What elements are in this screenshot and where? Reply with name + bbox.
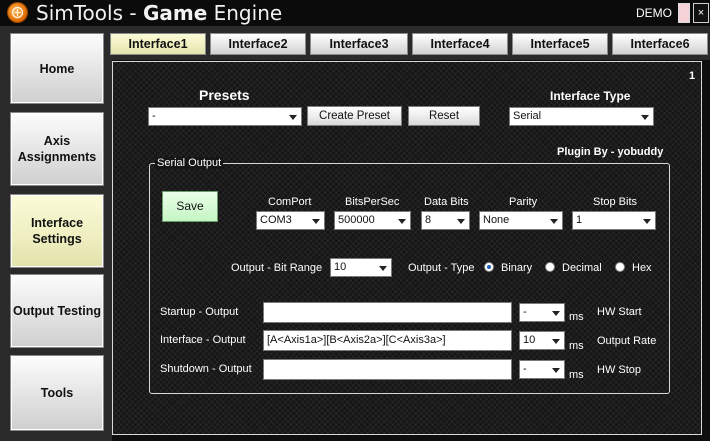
bit-range-dropdown[interactable]: 10 [330, 258, 392, 277]
stopbits-dropdown[interactable]: 1 [572, 211, 656, 230]
minimize-button[interactable] [678, 3, 690, 23]
databits-label: Data Bits [424, 196, 469, 208]
chevron-down-icon [552, 311, 560, 316]
chevron-down-icon [550, 219, 558, 224]
sidebar-item-tools[interactable]: Tools [10, 355, 104, 431]
close-icon: × [697, 7, 705, 19]
interface-ms-dropdown[interactable]: 10 [519, 331, 565, 350]
databits-dropdown[interactable]: 8 [421, 211, 470, 230]
chevron-down-icon [552, 339, 560, 344]
decimal-radio-label: Decimal [562, 262, 602, 274]
chevron-down-icon [379, 266, 387, 271]
sidebar-item-home[interactable]: Home [10, 33, 104, 104]
bit-range-value: 10 [334, 261, 347, 273]
chevron-down-icon [289, 115, 297, 120]
stopbits-value: 1 [576, 214, 583, 226]
interface-ms-unit: ms [569, 340, 584, 352]
hw-start-label: HW Start [597, 306, 642, 318]
interface-ms-value: 10 [523, 334, 536, 346]
save-button[interactable]: Save [162, 191, 218, 222]
tab-interface3[interactable]: Interface3 [310, 33, 408, 55]
comport-dropdown[interactable]: COM3 [256, 211, 325, 230]
chevron-down-icon [643, 219, 651, 224]
stopbits-label: Stop Bits [593, 196, 638, 208]
presets-value: - [152, 110, 156, 122]
interface-type-value: Serial [513, 110, 542, 122]
shutdown-ms-value: - [523, 363, 527, 375]
decimal-radio[interactable] [545, 262, 555, 272]
chevron-down-icon [457, 219, 465, 224]
tab-interface6[interactable]: Interface6 [612, 33, 708, 55]
chevron-down-icon [552, 368, 560, 373]
plugin-author: Plugin By - yobuddy [557, 146, 664, 158]
tab-interface2[interactable]: Interface2 [210, 33, 306, 55]
shutdown-ms-unit: ms [569, 369, 584, 381]
sidebar-item-axis-assignments[interactable]: Axis Assignments [10, 112, 104, 186]
shutdown-ms-dropdown[interactable]: - [519, 360, 565, 379]
presets-title: Presets [199, 87, 250, 103]
interface-type-dropdown[interactable]: Serial [509, 107, 654, 126]
output-rate-label: Output Rate [597, 335, 657, 347]
parity-dropdown[interactable]: None [479, 211, 563, 230]
close-button[interactable]: × [693, 3, 709, 23]
chevron-down-icon [641, 115, 649, 120]
startup-ms-value: - [523, 306, 527, 318]
binary-radio[interactable] [484, 262, 494, 272]
create-preset-button[interactable]: Create Preset [307, 106, 402, 126]
output-type-label: Output - Type [408, 262, 475, 274]
bitspersec-value: 500000 [338, 214, 375, 226]
hex-radio[interactable] [615, 262, 625, 272]
startup-ms-unit: ms [569, 311, 584, 323]
parity-label: Parity [509, 196, 538, 208]
databits-value: 8 [425, 214, 432, 226]
tab-interface4[interactable]: Interface4 [412, 33, 508, 55]
comport-label: ComPort [268, 196, 312, 208]
startup-ms-dropdown[interactable]: - [519, 303, 565, 322]
shutdown-output-field[interactable] [263, 359, 512, 380]
binary-radio-label: Binary [501, 262, 533, 274]
interface-number: 1 [689, 70, 696, 82]
bitspersec-dropdown[interactable]: 500000 [334, 211, 411, 230]
presets-dropdown[interactable]: - [148, 107, 302, 126]
sidebar-item-interface-settings[interactable]: Interface Settings [10, 194, 104, 268]
bit-range-label: Output - Bit Range [231, 262, 323, 274]
chevron-down-icon [398, 219, 406, 224]
shutdown-output-label: Shutdown - Output [160, 363, 252, 375]
comport-value: COM3 [260, 214, 292, 226]
startup-output-label: Startup - Output [160, 306, 239, 318]
sidebar-item-output-testing[interactable]: Output Testing [10, 274, 104, 348]
tab-interface5[interactable]: Interface5 [512, 33, 608, 55]
startup-output-field[interactable] [263, 302, 512, 323]
interface-output-label: Interface - Output [160, 334, 246, 346]
interface-output-field[interactable]: [A<Axis1a>][B<Axis2a>][C<Axis3a>] [263, 330, 512, 351]
demo-label: DEMO [636, 6, 672, 20]
hw-stop-label: HW Stop [597, 364, 642, 376]
serial-output-group-title: Serial Output [155, 157, 224, 169]
app-title: SimTools - Game Engine [36, 1, 283, 25]
chevron-down-icon [312, 219, 320, 224]
bitspersec-label: BitsPerSec [345, 196, 400, 208]
app-logo-icon [8, 3, 27, 22]
tab-interface1[interactable]: Interface1 [110, 33, 206, 55]
interface-type-title: Interface Type [550, 89, 631, 103]
hex-radio-label: Hex [632, 262, 652, 274]
reset-button[interactable]: Reset [408, 106, 480, 126]
parity-value: None [483, 214, 510, 226]
